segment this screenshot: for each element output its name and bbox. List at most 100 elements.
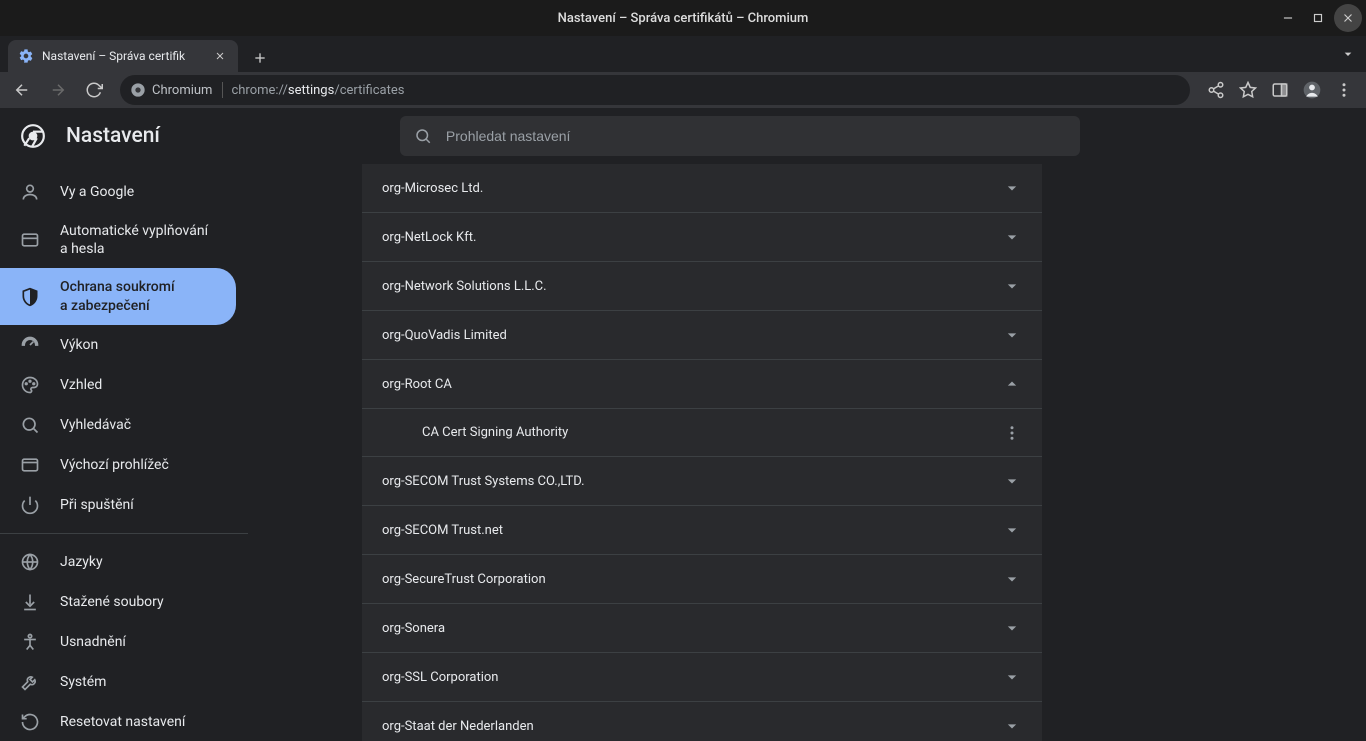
certificate-org-row[interactable]: org-Network Solutions L.L.C. [362,262,1042,311]
certificate-org-row[interactable]: org-SECOM Trust Systems CO.,LTD. [362,457,1042,506]
sidebar-item-label: Vyhledávač [60,416,131,434]
certificate-name: CA Cert Signing Authority [422,425,568,440]
certificate-org-name: org-SecureTrust Corporation [382,572,546,587]
chevron-down-icon [1002,227,1022,247]
chevron-up-icon [1002,374,1022,394]
search-icon [20,415,40,435]
sidebar-item[interactable]: Ochrana soukromí a zabezpečení [0,268,236,324]
chevron-down-icon [1002,618,1022,638]
sidebar-item-label: Vy a Google [60,183,134,201]
chevron-down-icon [1002,325,1022,345]
certificate-org-name: org-SECOM Trust Systems CO.,LTD. [382,474,585,489]
chevron-down-icon [1002,276,1022,296]
certificate-row[interactable]: CA Cert Signing Authority [362,409,1042,457]
globe-icon [20,552,40,572]
tab-strip: Nastavení – Správa certifik [0,36,1366,72]
more-icon[interactable] [1002,423,1022,443]
certificate-list: org-Microsec Ltd. org-NetLock Kft. org-Net… [362,164,1042,741]
chevron-down-icon [1002,716,1022,736]
site-chip-label: Chromium [152,83,212,98]
a11y-icon [20,632,40,652]
address-bar[interactable]: Chromium chrome://settings/certificates [120,75,1190,105]
forward-button[interactable] [42,74,74,106]
window-title: Nastavení – Správa certifikátů – Chromiu… [558,11,809,26]
certificate-org-row[interactable]: org-Root CA [362,360,1042,409]
chevron-down-icon [1002,178,1022,198]
sidebar-item[interactable]: Výkon [0,325,236,365]
sidebar-item-label: Vzhled [60,376,102,394]
sidebar-item[interactable]: Jazyky [0,542,236,582]
certificate-org-row[interactable]: org-SecureTrust Corporation [362,555,1042,604]
sidebar-item[interactable]: Vyhledávač [0,405,236,445]
person-icon [20,182,40,202]
back-button[interactable] [6,74,38,106]
sidebar-item[interactable]: Vy a Google [0,172,236,212]
certificate-org-row[interactable]: org-SSL Corporation [362,653,1042,702]
reload-button[interactable] [78,74,110,106]
settings-main[interactable]: org-Microsec Ltd. org-NetLock Kft. org-Net… [248,164,1366,741]
sidebar-item-label: Při spuštění [60,496,134,514]
close-icon[interactable] [212,48,228,64]
sidebar-item-label: Jazyky [60,553,103,571]
bookmark-icon[interactable] [1232,74,1264,106]
sidebar-item[interactable]: Vzhled [0,365,236,405]
sidebar-item[interactable]: Výchozí prohlížeč [0,445,236,485]
certificate-org-name: org-Sonera [382,621,445,636]
window-minimize-button[interactable] [1274,4,1302,32]
new-tab-button[interactable] [246,44,274,72]
sidebar-item[interactable]: Systém [0,662,236,702]
window-titlebar: Nastavení – Správa certifikátů – Chromiu… [0,0,1366,36]
reset-icon [20,712,40,732]
certificate-org-name: org-Microsec Ltd. [382,181,483,196]
sidebar-item-label: Výkon [60,336,98,354]
settings-sidebar[interactable]: Vy a Google Automatické vyplňování a hesl… [0,164,248,741]
sidebar-item[interactable]: Automatické vyplňování a hesla [0,212,236,268]
share-icon[interactable] [1200,74,1232,106]
certificate-org-row[interactable]: org-QuoVadis Limited [362,311,1042,360]
chevron-down-icon [1002,520,1022,540]
certificate-org-row[interactable]: org-NetLock Kft. [362,213,1042,262]
settings-app: Nastavení Vy a Google Automatické vyplňov… [0,108,1366,741]
page-title: Nastavení [66,124,160,148]
divider [0,533,248,534]
settings-search[interactable] [400,116,1080,156]
certificate-org-name: org-SSL Corporation [382,670,498,685]
chevron-down-icon [1002,569,1022,589]
certificate-org-name: org-Staat der Nederlanden [382,719,534,734]
sidebar-item-label: Systém [60,673,106,691]
menu-icon[interactable] [1328,74,1360,106]
browser-tab[interactable]: Nastavení – Správa certifik [8,40,238,72]
speed-icon [20,335,40,355]
settings-header: Nastavení [0,108,1366,164]
sidebar-item[interactable]: Usnadnění [0,622,236,662]
sidebar-item[interactable]: Stažené soubory [0,582,236,622]
certificate-org-name: org-NetLock Kft. [382,230,476,245]
browser-icon [20,455,40,475]
tab-list-dropdown[interactable] [1338,44,1358,64]
search-input[interactable] [446,128,1066,144]
power-icon [20,495,40,515]
certificate-org-row[interactable]: org-Staat der Nederlanden [362,702,1042,741]
certificate-org-row[interactable]: org-Microsec Ltd. [362,164,1042,213]
tab-title: Nastavení – Správa certifik [42,49,204,63]
certificate-org-name: org-QuoVadis Limited [382,328,507,343]
certificate-org-name: org-SECOM Trust.net [382,523,503,538]
certificate-org-name: org-Network Solutions L.L.C. [382,279,547,294]
certificate-org-row[interactable]: org-Sonera [362,604,1042,653]
chevron-down-icon [1002,471,1022,491]
sidepanel-icon[interactable] [1264,74,1296,106]
window-maximize-button[interactable] [1304,4,1332,32]
certificate-org-row[interactable]: org-SECOM Trust.net [362,506,1042,555]
search-icon [414,127,432,145]
settings-icon [18,48,34,64]
window-close-button[interactable] [1334,4,1362,32]
sidebar-item-label: Stažené soubory [60,593,164,611]
sidebar-item-label: Ochrana soukromí a zabezpečení [60,278,216,314]
chevron-down-icon [1002,667,1022,687]
sidebar-item[interactable]: Při spuštění [0,485,236,525]
sidebar-item-label: Výchozí prohlížeč [60,456,169,474]
profile-icon[interactable] [1296,74,1328,106]
palette-icon [20,375,40,395]
sidebar-item[interactable]: Resetovat nastavení [0,702,236,741]
site-chip: Chromium [130,82,223,98]
